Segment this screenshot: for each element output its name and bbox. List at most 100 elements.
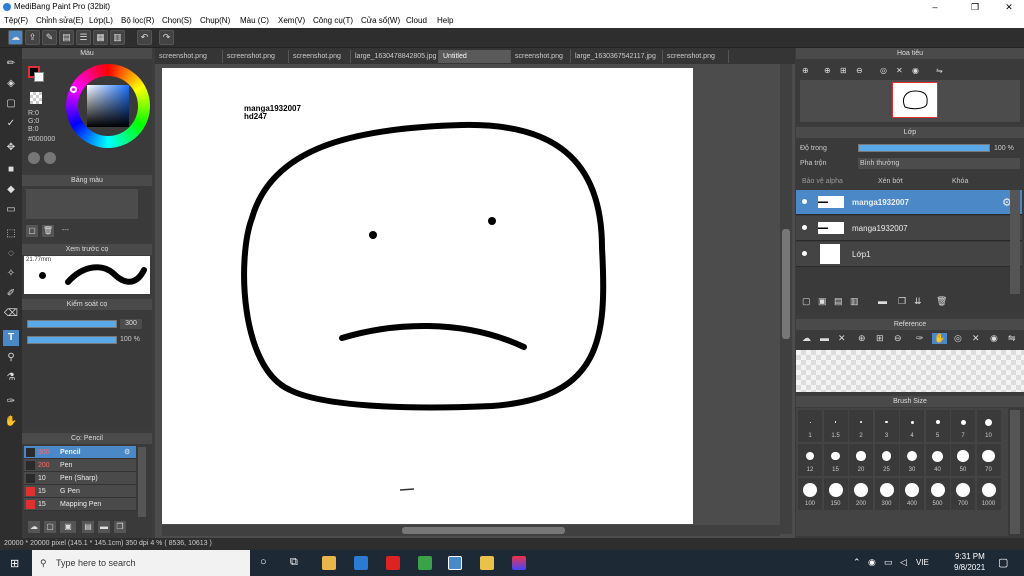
flip-icon[interactable]: ⇋: [936, 66, 943, 75]
tray-date[interactable]: 9/8/2021: [954, 563, 985, 572]
ref-dropper-icon[interactable]: ✑: [916, 333, 924, 344]
brush-size-cell[interactable]: 40: [925, 444, 950, 476]
file-explorer-icon[interactable]: [480, 556, 494, 570]
brush-row[interactable]: 10 Pen (Sharp): [24, 472, 136, 485]
tab-7[interactable]: screenshot.png: [663, 50, 729, 63]
brush-size-cell[interactable]: 700: [951, 478, 975, 510]
ref-reset-icon[interactable]: ✕: [972, 333, 980, 344]
brush-row[interactable]: 200 Pen: [24, 459, 136, 472]
undo-icon[interactable]: ↶: [137, 30, 152, 45]
tray-chevron-icon[interactable]: ⌃: [853, 557, 861, 568]
vertical-scroll-track[interactable]: [780, 64, 792, 534]
secondary-color-swatch[interactable]: [34, 72, 44, 82]
upload-icon[interactable]: ⇪: [25, 30, 40, 45]
transparent-color-swatch[interactable]: [30, 92, 42, 104]
ref-flip-icon[interactable]: ⇋: [1008, 333, 1016, 344]
menu-capture[interactable]: Chụp(N): [200, 16, 230, 25]
new-layer-8bit-icon[interactable]: ▣: [818, 296, 827, 307]
tab-6[interactable]: large_1630367542117.jpg: [571, 50, 663, 63]
brush-settings-icon[interactable]: ⚙: [124, 446, 130, 459]
note-icon[interactable]: ▤: [59, 30, 74, 45]
eyedropper-tool-icon[interactable]: ✑: [3, 394, 19, 410]
settings-icon[interactable]: ▦: [93, 30, 108, 45]
saturation-square[interactable]: [87, 85, 129, 127]
menu-tools[interactable]: Công cụ(T): [313, 16, 353, 25]
close-button[interactable]: ✕: [994, 0, 1024, 14]
zoom-in-2-icon[interactable]: ⊕: [824, 66, 831, 75]
delete-layer-icon[interactable]: 🗑: [936, 296, 947, 307]
select-tool-icon[interactable]: ⬚: [3, 226, 19, 242]
menu-window[interactable]: Cửa sổ(W): [361, 16, 400, 25]
menu-color[interactable]: Màu (C): [240, 16, 269, 25]
tab-0[interactable]: screenshot.png: [155, 50, 223, 63]
opera-icon[interactable]: [386, 556, 400, 570]
select-pen-tool-icon[interactable]: ✐: [3, 286, 19, 302]
brush-size-cell[interactable]: 12: [798, 444, 822, 476]
ref-cloud-icon[interactable]: ☁: [802, 333, 811, 344]
reference-canvas[interactable]: [796, 350, 1024, 392]
color-option-icon[interactable]: [28, 152, 40, 164]
notification-icon[interactable]: ▢: [998, 556, 1008, 569]
visibility-icon[interactable]: [802, 225, 807, 230]
magic-wand-tool-icon[interactable]: ✧: [3, 266, 19, 282]
task-view-icon[interactable]: ⧉: [290, 556, 298, 569]
lock-checkbox[interactable]: Khóa: [952, 178, 968, 185]
mail-icon[interactable]: [354, 556, 368, 570]
cortana-icon[interactable]: ○: [260, 556, 267, 568]
visibility-icon[interactable]: [802, 251, 807, 256]
brush-size-scrollbar[interactable]: [1010, 410, 1020, 534]
menu-edit[interactable]: Chỉnh sửa(E): [36, 16, 84, 25]
brush-list-scrollbar[interactable]: [138, 447, 146, 517]
brush-import-icon[interactable]: ▤: [82, 521, 94, 533]
layer-row-3[interactable]: Lớp1: [796, 242, 1022, 267]
taskbar-search-box[interactable]: ⚲ Type here to search: [32, 550, 250, 576]
brush-size-value[interactable]: 300: [120, 319, 142, 329]
hand-tool-icon[interactable]: ✋: [3, 414, 19, 430]
fill-rect-tool-icon[interactable]: ■: [3, 162, 19, 178]
brush-size-cell[interactable]: 3: [874, 410, 899, 442]
navigator-viewport[interactable]: [892, 82, 938, 118]
brush-size-cell[interactable]: 25: [874, 444, 899, 476]
ref-zoom-in-icon[interactable]: ⊕: [858, 333, 866, 344]
text-tool-icon[interactable]: T: [3, 330, 19, 346]
app-drop-icon[interactable]: [512, 556, 526, 570]
brush-size-cell[interactable]: 2: [849, 410, 873, 442]
tray-time[interactable]: 9:31 PM: [955, 552, 985, 561]
tab-1[interactable]: screenshot.png: [223, 50, 289, 63]
brush-size-cell[interactable]: 1.5: [823, 410, 848, 442]
layer-opacity-slider[interactable]: [858, 144, 990, 152]
menu-cloud[interactable]: Cloud: [406, 16, 427, 25]
brush-folder-icon[interactable]: ▬: [98, 521, 110, 533]
brush-size-cell[interactable]: 150: [823, 478, 848, 510]
minimize-button[interactable]: –: [920, 0, 950, 14]
hue-wheel[interactable]: [66, 64, 150, 148]
brush-row[interactable]: 15 G Pen: [24, 485, 136, 498]
move-tool-icon[interactable]: ✥: [3, 140, 19, 156]
ref-rotate-right-icon[interactable]: ◉: [990, 333, 998, 344]
windows-start-icon[interactable]: ⊞: [10, 557, 19, 570]
check-tool-icon[interactable]: ✓: [3, 116, 19, 132]
protect-alpha-checkbox[interactable]: Bảo vệ alpha: [802, 178, 843, 185]
layer-folder-icon[interactable]: ▬: [878, 296, 887, 306]
menu-select[interactable]: Chọn(S): [162, 16, 192, 25]
merge-layer-icon[interactable]: ⇊: [914, 296, 922, 307]
vertical-scroll-thumb[interactable]: [782, 229, 790, 339]
zoom-in-icon[interactable]: ⊕: [802, 66, 809, 75]
tray-language[interactable]: VIE: [916, 558, 929, 567]
brush-size-cell[interactable]: 10: [976, 410, 1001, 442]
tray-volume-icon[interactable]: ◁: [900, 557, 907, 568]
color-wheel-icon[interactable]: [44, 152, 56, 164]
brush-size-cell[interactable]: 20: [849, 444, 873, 476]
store-icon[interactable]: [322, 556, 336, 570]
brush-size-cell[interactable]: 15: [823, 444, 848, 476]
select-eraser-tool-icon[interactable]: ⌫: [3, 306, 19, 322]
palette-area[interactable]: [26, 189, 138, 219]
brush-size-cell[interactable]: 50: [951, 444, 975, 476]
gradient-tool-icon[interactable]: ▭: [3, 202, 19, 218]
delete-palette-icon[interactable]: 🗑: [42, 225, 54, 237]
rect-tool-icon[interactable]: ▢: [3, 96, 19, 112]
medibang-icon[interactable]: [448, 556, 462, 570]
duplicate-layer-icon[interactable]: ❐: [898, 296, 906, 307]
fit-icon[interactable]: ⊞: [840, 66, 847, 75]
ref-rotate-icon[interactable]: ◎: [954, 333, 962, 344]
